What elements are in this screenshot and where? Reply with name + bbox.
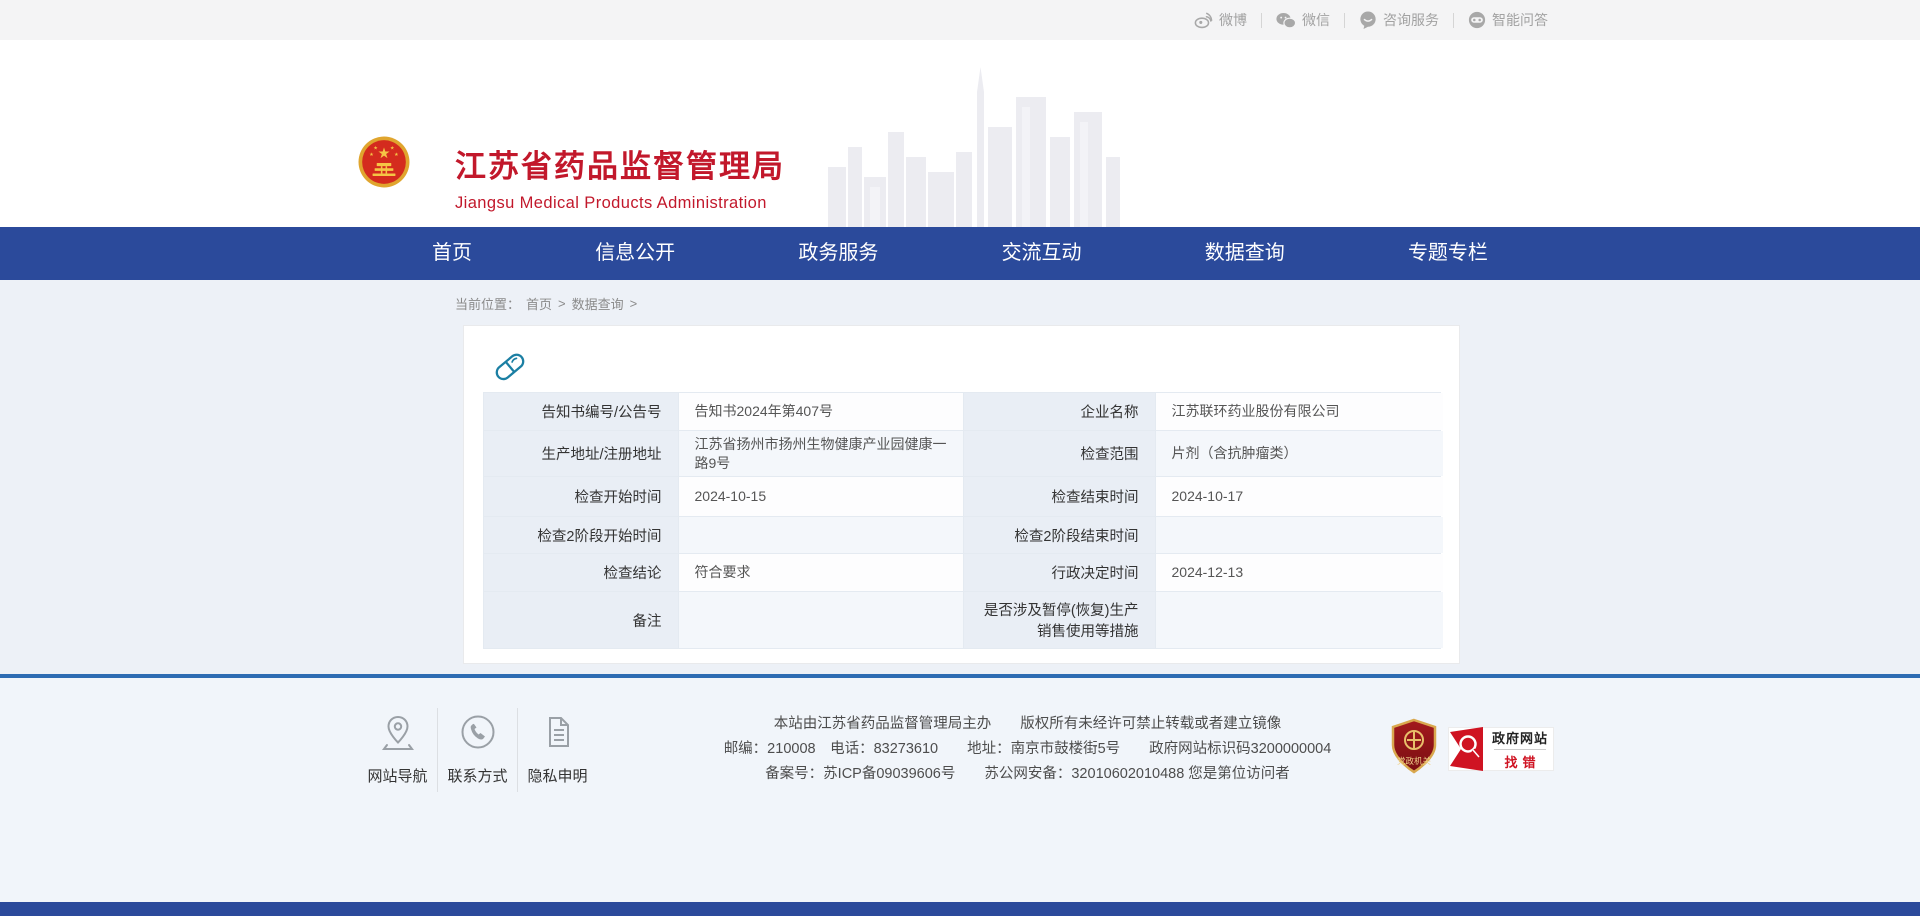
- field-value: 2024-10-15: [679, 477, 963, 516]
- find-error-texts: 政府网站 找错: [1487, 728, 1553, 771]
- find-error-top-label: 政府网站: [1492, 728, 1548, 747]
- breadcrumb-prefix: 当前位置：: [455, 294, 520, 313]
- svg-text:★: ★: [377, 146, 390, 162]
- smart-qa-label: 智能问答: [1492, 10, 1548, 30]
- field-label: 生产地址/注册地址: [484, 431, 678, 476]
- field-value: 2024-12-13: [1156, 554, 1443, 591]
- wechat-label: 微信: [1302, 10, 1330, 30]
- breadcrumb-separator: >: [630, 296, 638, 311]
- breadcrumb-link-home[interactable]: 首页: [526, 294, 552, 313]
- field-label: 检查结论: [484, 554, 678, 591]
- content-area: 当前位置： 首页 > 数据查询 > 告知书编号/公告号 告知书2024年第407…: [0, 280, 1920, 674]
- topbar-separator: [1344, 13, 1345, 28]
- party-gov-shield-badge[interactable]: 党政机关: [1390, 718, 1438, 780]
- field-value: 告知书2024年第407号: [679, 393, 963, 430]
- footer-info: 本站由江苏省药品监督管理局主办 版权所有未经许可禁止转载或者建立镜像 邮编：21…: [705, 704, 1350, 787]
- footer-line-host: 本站由江苏省药品监督管理局主办 版权所有未经许可禁止转载或者建立镜像: [705, 712, 1350, 737]
- pill-icon: [491, 346, 1459, 384]
- page: 微博 微信: [0, 0, 1920, 916]
- nav-item-special-topics[interactable]: 专题专栏: [1384, 227, 1512, 280]
- bottom-blue-strip: [0, 902, 1920, 916]
- nav-item-home[interactable]: 首页: [408, 227, 496, 280]
- national-emblem-logo: ★ ★ ★ ★ ★: [358, 136, 410, 188]
- footer-quick-links: 网站导航 联系方式: [358, 704, 597, 796]
- gov-site-find-error-badge[interactable]: 政府网站 找错: [1448, 727, 1554, 771]
- wechat-link[interactable]: 微信: [1276, 10, 1330, 30]
- footer-link-privacy[interactable]: 隐私申明: [518, 704, 597, 796]
- field-label: 是否涉及暂停(恢复)生产销售使用等措施: [964, 592, 1155, 648]
- footer-link-sitemap[interactable]: 网站导航: [358, 704, 437, 796]
- site-title-block: 江苏省药品监督管理局 Jiangsu Medical Products Admi…: [455, 141, 785, 213]
- weibo-label: 微博: [1219, 10, 1247, 30]
- field-label: 检查2阶段结束时间: [964, 517, 1155, 553]
- svg-text:★: ★: [369, 152, 374, 158]
- field-label: 检查2阶段开始时间: [484, 517, 678, 553]
- inspection-detail-card: 告知书编号/公告号 告知书2024年第407号 企业名称 江苏联环药业股份有限公…: [463, 325, 1460, 664]
- footer-line-icp: 备案号：苏ICP备09039606号 苏公网安备：32010602010488 …: [705, 762, 1350, 787]
- field-label: 企业名称: [964, 393, 1155, 430]
- footer-link-label: 网站导航: [367, 765, 427, 786]
- field-value: 江苏联环药业股份有限公司: [1156, 393, 1443, 430]
- nav-item-info-disclosure[interactable]: 信息公开: [571, 227, 699, 280]
- find-error-rule: [1494, 749, 1546, 750]
- find-error-icon: [1449, 727, 1487, 771]
- field-value: [679, 592, 963, 648]
- footer: 网站导航 联系方式: [0, 678, 1920, 916]
- field-value: 符合要求: [679, 554, 963, 591]
- weibo-icon: [1194, 12, 1213, 29]
- field-label: 备注: [484, 592, 678, 648]
- map-pin-icon: [378, 712, 418, 752]
- field-value: [1156, 517, 1443, 553]
- site-header: ★ ★ ★ ★ ★ 江苏省药品监督管理局 Jiangsu Medical Pro…: [0, 40, 1920, 227]
- field-value: 片剂（含抗肿瘤类）: [1156, 431, 1443, 476]
- consult-label: 咨询服务: [1383, 10, 1439, 30]
- weibo-link[interactable]: 微博: [1194, 10, 1247, 30]
- footer-link-label: 隐私申明: [527, 765, 587, 786]
- phone-icon: [458, 712, 498, 752]
- topbar-separator: [1453, 13, 1454, 28]
- svg-text:★: ★: [394, 152, 399, 158]
- site-subtitle: Jiangsu Medical Products Administration: [455, 194, 785, 213]
- breadcrumb: 当前位置： 首页 > 数据查询 >: [0, 280, 1920, 325]
- document-icon: [538, 712, 578, 752]
- svg-text:★: ★: [390, 146, 395, 152]
- nav-item-data-query[interactable]: 数据查询: [1181, 227, 1309, 280]
- top-utility-bar: 微博 微信: [0, 0, 1920, 40]
- topbar-links: 微博 微信: [1194, 10, 1548, 30]
- wechat-icon: [1276, 12, 1296, 29]
- find-error-bottom-label: 找错: [1499, 752, 1540, 771]
- field-value: 江苏省扬州市扬州生物健康产业园健康一路9号: [679, 431, 963, 476]
- topbar-separator: [1261, 13, 1262, 28]
- smart-qa-link[interactable]: 智能问答: [1468, 10, 1548, 30]
- footer-link-label: 联系方式: [447, 765, 507, 786]
- field-label: 告知书编号/公告号: [484, 393, 678, 430]
- svg-text:党政机关: 党政机关: [1397, 756, 1432, 766]
- main-nav: 首页 信息公开 政务服务 交流互动 数据查询 专题专栏: [0, 227, 1920, 280]
- city-skyline-graphic: [828, 62, 1128, 227]
- breadcrumb-link-data-query[interactable]: 数据查询: [572, 294, 624, 313]
- footer-link-contact[interactable]: 联系方式: [438, 704, 517, 796]
- field-label: 检查范围: [964, 431, 1155, 476]
- field-label: 检查结束时间: [964, 477, 1155, 516]
- svg-text:★: ★: [373, 146, 378, 152]
- consult-service-link[interactable]: 咨询服务: [1359, 10, 1439, 30]
- footer-badges: 党政机关 政府网站 找错: [1390, 704, 1554, 780]
- inspection-detail-table: 告知书编号/公告号 告知书2024年第407号 企业名称 江苏联环药业股份有限公…: [483, 392, 1441, 649]
- footer-line-contact: 邮编：210008 电话：83273610 地址：南京市鼓楼街5号 政府网站标识…: [705, 737, 1350, 762]
- nav-item-interaction[interactable]: 交流互动: [978, 227, 1106, 280]
- field-value: 2024-10-17: [1156, 477, 1443, 516]
- breadcrumb-separator: >: [558, 296, 566, 311]
- consult-icon: [1359, 11, 1377, 29]
- field-value: [679, 517, 963, 553]
- site-title: 江苏省药品监督管理局: [455, 141, 785, 186]
- smart-qa-icon: [1468, 11, 1486, 29]
- field-label: 检查开始时间: [484, 477, 678, 516]
- nav-item-gov-services[interactable]: 政务服务: [774, 227, 902, 280]
- field-value: [1156, 592, 1443, 648]
- field-label: 行政决定时间: [964, 554, 1155, 591]
